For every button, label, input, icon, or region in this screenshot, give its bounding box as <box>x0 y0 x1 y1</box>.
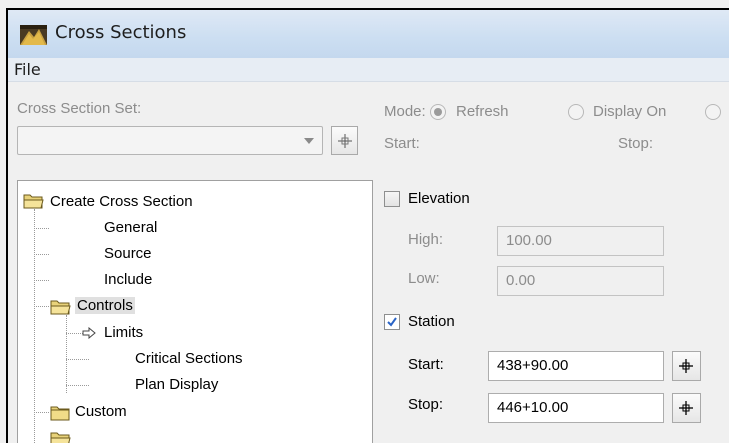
tree-connector <box>34 254 49 255</box>
tree-connector <box>34 306 49 307</box>
pick-stop-station-button[interactable] <box>672 393 701 423</box>
folder-closed-icon <box>50 406 70 421</box>
crosshair-pick-icon <box>338 134 352 148</box>
current-item-arrow-icon <box>82 327 96 339</box>
tree-connector <box>66 333 83 334</box>
navigation-tree[interactable]: Create Cross Section General Source Incl… <box>17 180 373 443</box>
tree-item-limits[interactable]: Limits <box>104 324 143 341</box>
crosshair-pick-icon <box>679 359 693 373</box>
elevation-checkbox[interactable] <box>384 191 400 207</box>
elevation-low-label: Low: <box>408 270 440 287</box>
tree-item-custom-label: Custom <box>75 403 127 420</box>
tree-item-custom[interactable]: Custom <box>75 403 127 420</box>
tree-item-general[interactable]: General <box>104 219 157 236</box>
refresh-radio[interactable] <box>430 104 446 120</box>
tree-item-plan-display[interactable]: Plan Display <box>135 376 218 393</box>
tree-item-critical-sections[interactable]: Critical Sections <box>135 350 243 367</box>
file-menu[interactable]: File <box>14 60 41 79</box>
elevation-checkbox-label: Elevation <box>408 190 470 207</box>
range-stop-label: Stop: <box>618 135 654 152</box>
title-bar[interactable]: Cross Sections <box>8 10 729 58</box>
display-on-radio-label: Display On <box>593 103 667 120</box>
third-mode-radio[interactable] <box>705 104 721 120</box>
station-checkbox[interactable] <box>384 314 400 330</box>
tree-item-include[interactable]: Include <box>104 271 152 288</box>
pick-start-station-button[interactable] <box>672 351 701 381</box>
mode-label: Mode: <box>384 103 426 120</box>
station-checkbox-label: Station <box>408 313 455 330</box>
tree-connector <box>34 280 49 281</box>
tree-connector <box>34 209 35 443</box>
tree-connector <box>66 359 89 360</box>
tree-item-source[interactable]: Source <box>104 245 152 262</box>
window-title: Cross Sections <box>55 22 187 43</box>
cross-sections-app-icon <box>20 25 47 45</box>
tree-item-controls[interactable]: Controls <box>75 297 135 314</box>
station-start-label: Start: <box>408 356 444 373</box>
pick-set-button[interactable] <box>331 126 358 155</box>
refresh-radio-label: Refresh <box>456 103 509 120</box>
range-start-label: Start: <box>384 135 420 152</box>
station-start-input[interactable]: 438+90.00 <box>488 351 664 381</box>
cross-sections-window: Cross Sections File Cross Section Set: M… <box>0 0 729 443</box>
tree-connector <box>34 412 49 413</box>
display-on-radio[interactable] <box>568 104 584 120</box>
cross-section-set-select[interactable] <box>17 126 323 155</box>
tree-connector <box>66 385 89 386</box>
elevation-low-input[interactable]: 0.00 <box>497 266 664 296</box>
menu-bar: File <box>8 58 729 82</box>
folder-open-icon <box>50 432 71 443</box>
tree-connector <box>34 228 49 229</box>
station-stop-label: Stop: <box>408 396 444 413</box>
tree-connector <box>66 315 67 393</box>
folder-open-icon <box>23 194 44 209</box>
station-stop-input[interactable]: 446+10.00 <box>488 393 664 423</box>
checkmark-icon <box>387 317 397 327</box>
cross-section-set-label: Cross Section Set: <box>17 100 142 117</box>
chevron-down-icon <box>304 138 314 144</box>
crosshair-pick-icon <box>679 401 693 415</box>
elevation-high-label: High: <box>408 231 444 248</box>
elevation-high-input[interactable]: 100.00 <box>497 226 664 256</box>
tree-item-create-cross-section[interactable]: Create Cross Section <box>50 193 193 210</box>
folder-open-icon <box>50 300 71 315</box>
